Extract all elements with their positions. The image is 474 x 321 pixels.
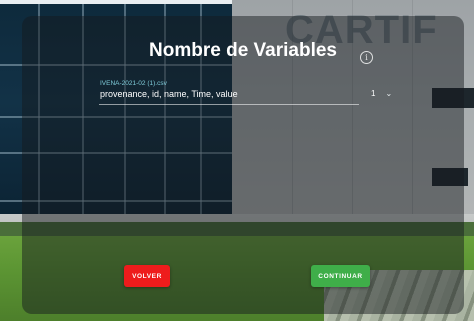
file-name-label: IVENA-2021-02 (1).csv: [100, 80, 167, 87]
row-selector-value: 1: [371, 89, 376, 98]
chevron-down-icon: ⌄: [385, 89, 393, 98]
continue-button[interactable]: CONTINUAR: [311, 265, 370, 287]
dialog-title: Nombre de Variables: [149, 40, 337, 61]
variable-names-field[interactable]: provenance, id, name, Time, value: [100, 89, 238, 99]
info-icon[interactable]: i: [360, 51, 373, 64]
variables-dialog: Nombre de Variables i: [22, 16, 464, 314]
back-button[interactable]: VOLVER: [124, 265, 170, 287]
field-underline: [99, 104, 359, 105]
row-selector[interactable]: 1 ⌄: [371, 89, 392, 98]
